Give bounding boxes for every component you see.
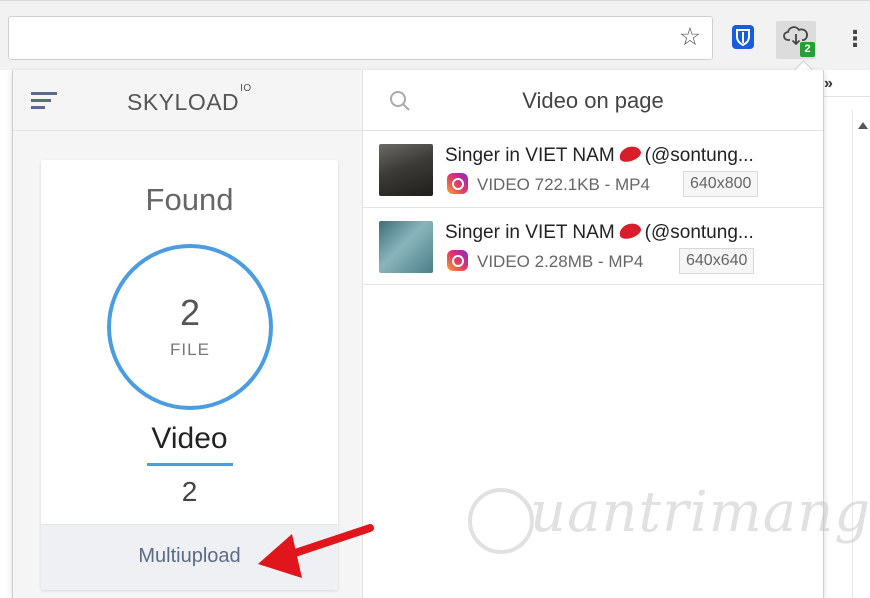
video-resolution: 640x640	[679, 248, 755, 274]
page-divider	[824, 96, 870, 97]
video-title: Singer in VIET NAM (@sontung...	[445, 144, 754, 166]
video-title: Singer in VIET NAM (@sontung...	[445, 221, 754, 243]
file-count-circle: 2 FILE	[107, 244, 273, 410]
found-label: Found	[145, 182, 234, 217]
browser-menu-icon[interactable]: ⋮	[844, 25, 866, 53]
brand-logo: SKYLOADIO	[127, 83, 252, 115]
video-list-header: Video on page	[363, 70, 823, 131]
bookmarks-overflow-icon[interactable]: »	[824, 75, 833, 93]
download-count-badge: 2	[800, 42, 815, 57]
type-count: 2	[181, 476, 198, 507]
summary-header: SKYLOADIO	[13, 70, 362, 131]
instagram-icon	[447, 173, 468, 194]
red-arrow-icon	[258, 524, 374, 578]
skyload-extension-button[interactable]: 2	[776, 21, 816, 59]
video-resolution: 640x800	[683, 171, 759, 197]
lips-emoji-icon	[616, 144, 643, 165]
list-item[interactable]: Singer in VIET NAM (@sontung... VIDEO 2.2…	[363, 208, 823, 285]
star-icon[interactable]: ☆	[676, 23, 704, 51]
watermark-logo-icon	[468, 488, 534, 554]
list-item[interactable]: Singer in VIET NAM (@sontung... VIDEO 722…	[363, 131, 823, 208]
watermark-text: uantrimang	[530, 480, 870, 545]
instagram-icon	[447, 250, 468, 271]
video-meta: VIDEO 722.1KB - MP4	[477, 175, 650, 194]
type-tab-video[interactable]: Video	[41, 422, 338, 456]
lips-emoji-icon	[616, 221, 643, 242]
video-list-title: Video on page	[522, 88, 664, 113]
video-thumbnail	[379, 144, 433, 196]
type-tab-underline	[147, 463, 233, 466]
menu-icon[interactable]	[31, 90, 59, 110]
video-thumbnail	[379, 221, 433, 273]
file-label: FILE	[170, 340, 210, 359]
video-meta: VIDEO 2.28MB - MP4	[477, 252, 644, 271]
browser-toolbar: ☆ 2 ⋮	[0, 0, 870, 70]
file-count: 2	[179, 292, 201, 333]
search-icon[interactable]	[389, 90, 411, 112]
bitwarden-shield-icon[interactable]	[732, 25, 754, 49]
scroll-up-arrow-icon[interactable]	[858, 122, 868, 129]
address-bar[interactable]	[8, 16, 713, 60]
